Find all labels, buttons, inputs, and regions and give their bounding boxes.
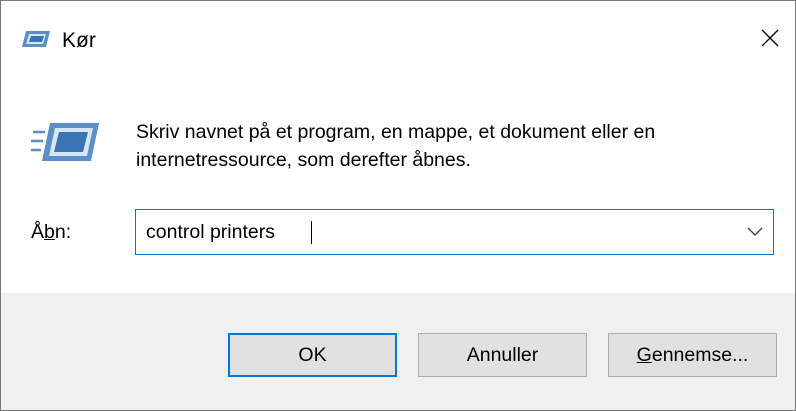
button-bar: OK Annuller Gennemse... xyxy=(1,293,795,410)
cancel-button-label: Annuller xyxy=(466,343,539,366)
dropdown-button[interactable] xyxy=(743,221,767,245)
cancel-button[interactable]: Annuller xyxy=(418,333,587,377)
title-bar: Kør xyxy=(1,1,795,81)
text-cursor xyxy=(311,221,312,244)
window-title: Kør xyxy=(62,29,96,52)
chevron-down-icon xyxy=(747,224,763,242)
open-combobox[interactable] xyxy=(135,209,774,255)
run-dialog-icon xyxy=(21,29,51,49)
run-program-icon xyxy=(30,117,101,167)
open-input[interactable] xyxy=(146,210,726,254)
browse-button[interactable]: Gennemse... xyxy=(608,333,777,377)
ok-button[interactable]: OK xyxy=(228,333,397,377)
ok-button-label: OK xyxy=(298,343,327,366)
browse-button-label: Gennemse... xyxy=(636,343,749,366)
dialog-description: Skriv navnet på et program, en mappe, et… xyxy=(136,121,656,171)
close-icon xyxy=(761,29,779,52)
open-field-label: Åbn: xyxy=(31,221,72,243)
run-dialog: Kør Skriv navnet på et program, en mappe… xyxy=(0,0,796,411)
close-button[interactable] xyxy=(749,19,791,61)
